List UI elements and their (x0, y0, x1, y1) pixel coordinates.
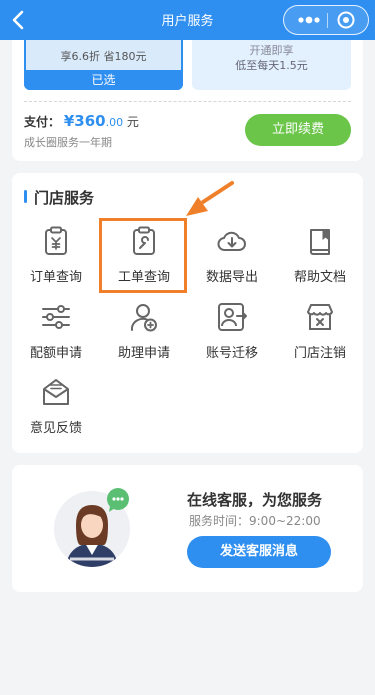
store-close-icon (307, 304, 333, 330)
plan-price-text: 低至每天1.5元 (235, 59, 308, 72)
service-help-docs[interactable]: 帮助文档 (276, 225, 364, 293)
capsule-divider (327, 13, 328, 28)
amount-unit: 元 (126, 115, 139, 129)
service-data-export[interactable]: 数据导出 (188, 225, 276, 293)
support-title: 在线客服，为您服务 (187, 491, 323, 509)
service-label: 配额申请 (29, 346, 82, 361)
service-feedback[interactable]: 意见反馈 (12, 376, 100, 444)
amount-cents: .00 (105, 116, 124, 129)
mini-program-capsule (283, 5, 369, 35)
service-label: 助理申请 (117, 346, 170, 361)
plan-discount-text: 享6.6折 省180元 (60, 50, 147, 63)
nav-bar: 用户服务 (0, 0, 375, 40)
support-agent-avatar (54, 488, 130, 567)
service-label: 订单查询 (29, 270, 82, 285)
send-support-message-button[interactable]: 发送客服消息 (187, 536, 331, 568)
sliders-icon (42, 305, 70, 329)
renew-button[interactable]: 立即续费 (245, 114, 351, 146)
payment-amount: 支付： ¥360.00 元 (24, 112, 139, 130)
book-icon (310, 229, 330, 255)
plan-option[interactable]: 开通即享 低至每天1.5元 (192, 40, 351, 90)
annotation-arrow (186, 181, 234, 216)
currency-symbol: ¥ (63, 112, 75, 130)
service-assistant-apply[interactable]: 助理申请 (100, 301, 188, 369)
add-user-icon (130, 304, 157, 332)
membership-card: 享6.6折 省180元 已选 开通即享 低至每天1.5元 支付： ¥360.00… (12, 40, 363, 161)
close-target-icon[interactable] (336, 10, 356, 30)
service-period: 成长圈服务一年期 (24, 136, 112, 149)
service-store-close[interactable]: 门店注销 (276, 301, 364, 369)
title-accent-bar (24, 190, 27, 203)
order-clipboard-icon (45, 226, 67, 255)
section-title-text: 门店服务 (34, 189, 95, 207)
service-label: 帮助文档 (293, 270, 346, 285)
store-services-card: 门店服务 订单查询 工单查询 数据导出 帮助文档 配额申请 助理申请 账号迁移 … (12, 173, 363, 453)
selected-badge: 已选 (24, 70, 183, 90)
customer-service-card: 在线客服，为您服务 服务时间：9:00~22:00 发送客服消息 (12, 465, 363, 592)
account-transfer-icon (218, 303, 247, 331)
service-account-transfer[interactable]: 账号迁移 (188, 301, 276, 369)
service-hours: 服务时间：9:00~22:00 (189, 514, 321, 528)
plan-open-text: 开通即享 (249, 44, 294, 57)
payment-label: 支付： (24, 115, 61, 129)
service-label: 门店注销 (293, 346, 346, 361)
service-label: 账号迁移 (205, 346, 258, 361)
service-label: 意见反馈 (29, 421, 82, 436)
service-quota-apply[interactable]: 配额申请 (12, 301, 100, 369)
highlight-box (99, 218, 187, 293)
more-icon[interactable] (295, 6, 325, 34)
service-order-query[interactable]: 订单查询 (12, 225, 100, 293)
cloud-download-icon (217, 231, 246, 251)
amount-value: 360 (74, 112, 106, 130)
feedback-mail-icon (43, 379, 69, 405)
divider (24, 101, 351, 102)
plan-option-selected[interactable]: 享6.6折 省180元 已选 (24, 40, 183, 90)
service-label: 数据导出 (205, 270, 258, 285)
